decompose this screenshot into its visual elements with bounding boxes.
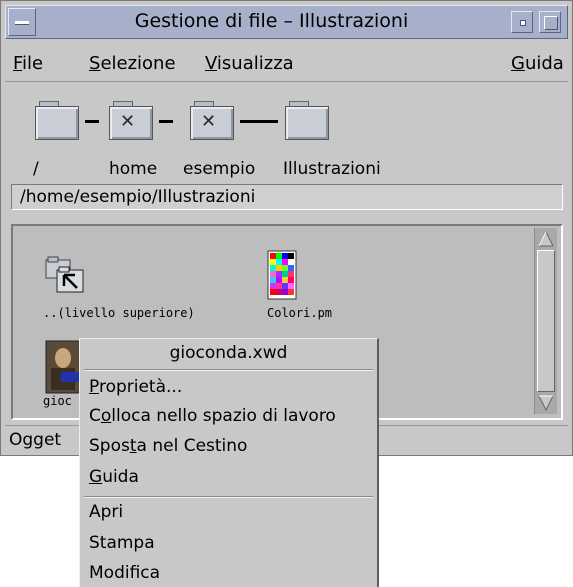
tools-icon: ✕: [201, 111, 217, 132]
popup-item-guida-accel: G: [89, 467, 103, 487]
iconic-path: ✕ ✕ / home esempio Illustrazioni: [5, 83, 568, 183]
path-connector: [85, 120, 99, 123]
window-title: Gestione di file – Illustrazioni: [134, 10, 409, 32]
popup-item-colloca-accel: o: [100, 406, 112, 426]
popup-item-colloca[interactable]: Colloca nello spazio di lavoro: [89, 406, 336, 426]
popup-item-sposta-cestino[interactable]: Sposta nel Cestino: [89, 436, 247, 456]
maximize-icon: [544, 16, 558, 30]
menu-file-label: ile: [22, 53, 44, 74]
minimize-icon: [520, 20, 526, 26]
popup-action-stampa[interactable]: Stampa: [89, 533, 155, 553]
path-connector: [159, 120, 173, 123]
object-popup-menu: gioconda.xwd Proprietà... Colloca nello …: [79, 338, 379, 587]
menu-selezione-label: elezione: [100, 53, 176, 74]
menu-guida[interactable]: Guida: [511, 53, 564, 74]
root-folder-icon[interactable]: [35, 101, 79, 140]
status-text: Ogget: [9, 430, 62, 450]
popup-item-sposta-pre: Spos: [89, 436, 130, 456]
menu-guida-label: uida: [524, 53, 564, 74]
file-label-colori: Colori.pm: [267, 306, 333, 320]
path-label-illustrazioni: Illustrazioni: [283, 159, 381, 179]
menu-visualizza[interactable]: Visualizza: [205, 53, 294, 74]
file-label-gioconda: gioc: [43, 394, 72, 408]
popup-title: gioconda.xwd: [169, 343, 288, 363]
vertical-scrollbar[interactable]: [534, 228, 557, 414]
window-menu-button[interactable]: [8, 8, 36, 36]
menu-visualizza-label: isualizza: [216, 53, 294, 74]
esempio-folder-icon[interactable]: ✕: [190, 101, 234, 140]
minimize-button[interactable]: [511, 11, 533, 33]
popup-item-sposta-post: a nel Cestino: [136, 436, 248, 456]
popup-item-proprieta[interactable]: Proprietà...: [89, 377, 182, 397]
menu-selezione-accel: S: [89, 53, 101, 74]
popup-item-colloca-pre: C: [89, 406, 101, 426]
menu-selezione[interactable]: Selezione: [89, 53, 176, 74]
popup-separator: [84, 369, 373, 371]
title-bar[interactable]: Gestione di file – Illustrazioni: [5, 5, 568, 39]
color-palette-icon[interactable]: [267, 250, 297, 300]
home-folder-icon[interactable]: ✕: [109, 101, 153, 140]
path-field-text: /home/esempio/Illustrazioni: [20, 187, 256, 207]
menu-bar: File Selezione Visualizza Guida: [5, 45, 568, 82]
path-field[interactable]: /home/esempio/Illustrazioni: [11, 184, 563, 210]
scroll-down-arrow-icon[interactable]: [537, 394, 555, 412]
parent-folder-icon[interactable]: [45, 256, 87, 296]
menu-guida-accel: G: [511, 53, 525, 74]
path-label-esempio: esempio: [183, 159, 256, 179]
menu-file[interactable]: File: [13, 53, 43, 74]
window-menu-icon: [15, 21, 29, 25]
popup-item-guida[interactable]: Guida: [89, 467, 139, 487]
popup-item-sposta-accel: t: [129, 436, 137, 456]
popup-item-colloca-post: lloca nello spazio di lavoro: [111, 406, 336, 426]
popup-action-apri[interactable]: Apri: [89, 502, 123, 522]
popup-item-proprieta-accel: P: [89, 377, 99, 397]
path-label-home: home: [109, 159, 158, 179]
path-connector: [240, 120, 278, 123]
popup-action-modifica[interactable]: Modifica: [89, 563, 160, 583]
popup-item-proprieta-post: roprietà...: [98, 377, 183, 397]
illustrazioni-folder-icon[interactable]: [285, 101, 329, 140]
menu-visualizza-accel: V: [205, 53, 217, 74]
menu-file-accel: F: [13, 53, 23, 74]
tools-icon: ✕: [120, 111, 136, 132]
popup-separator: [84, 496, 373, 498]
path-label-root: /: [33, 159, 39, 179]
file-label-parent: ..(livello superiore): [43, 306, 195, 320]
popup-item-guida-post: uida: [102, 467, 139, 487]
scroll-up-arrow-icon[interactable]: [537, 230, 555, 248]
scrollbar-thumb[interactable]: [537, 250, 555, 392]
maximize-button[interactable]: [539, 11, 561, 33]
